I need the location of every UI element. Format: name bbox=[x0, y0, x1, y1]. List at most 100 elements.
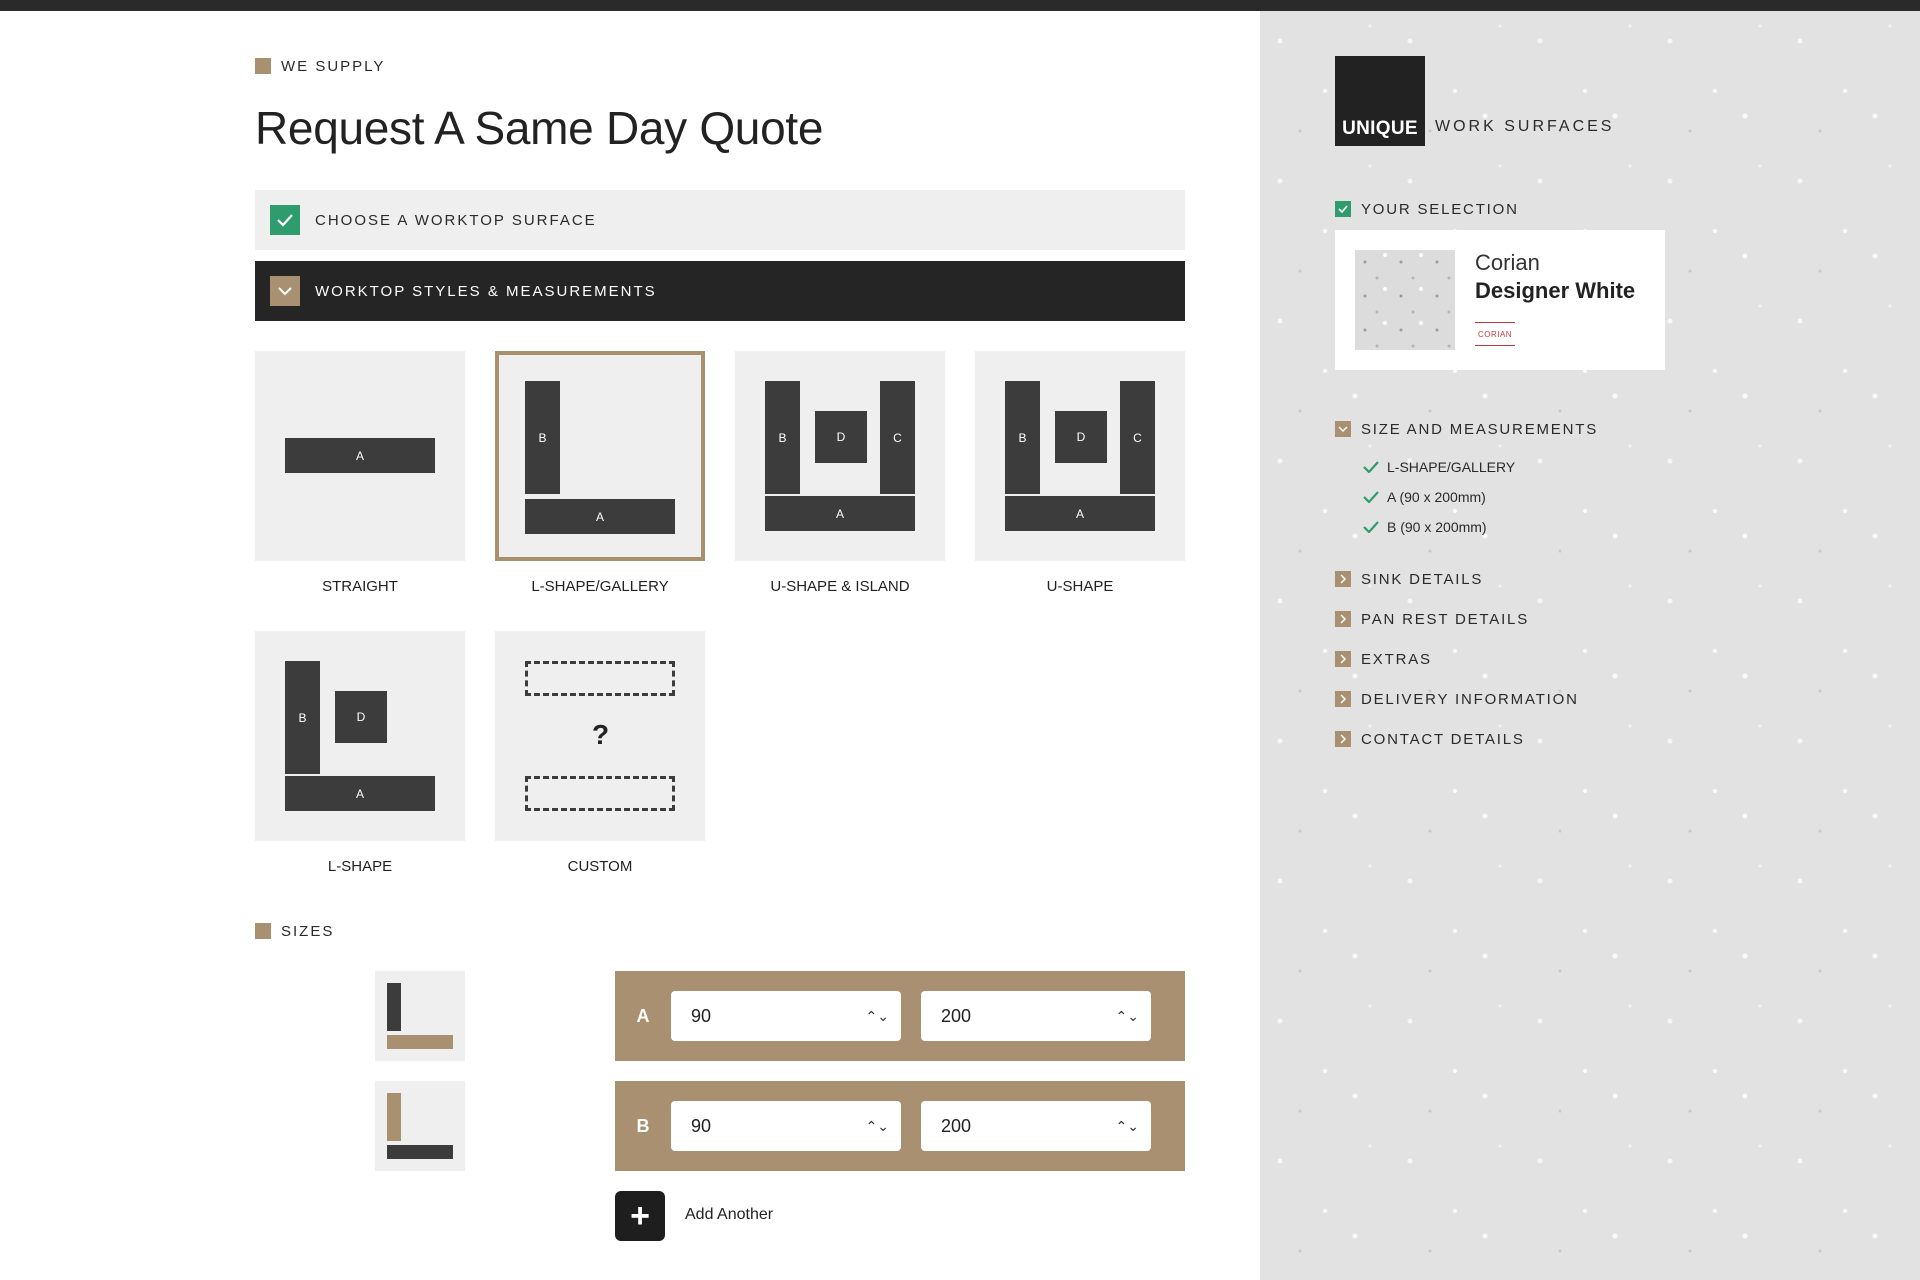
surface-swatch bbox=[1355, 250, 1455, 350]
shape-label: CUSTOM bbox=[567, 858, 633, 875]
chevron-right-icon bbox=[1335, 651, 1351, 667]
size-row-a: A 90 ⌃⌄ 200 ⌃⌄ bbox=[615, 971, 1185, 1061]
chevron-right-icon bbox=[1335, 731, 1351, 747]
section-delivery-information[interactable]: DELIVERY INFORMATION bbox=[1335, 689, 1579, 709]
summary-sidebar: UNIQUE WORK SURFACES YOUR SELECTION Cori… bbox=[1260, 11, 1920, 1280]
logo-word: UNIQUE bbox=[1342, 118, 1418, 139]
shape-straight[interactable]: A bbox=[255, 351, 465, 561]
section-pan-rest-details[interactable]: PAN REST DETAILS bbox=[1335, 609, 1529, 629]
shape-label: U-SHAPE bbox=[1046, 578, 1114, 595]
step-choose-surface[interactable]: CHOOSE A WORKTOP SURFACE bbox=[255, 190, 1185, 250]
section-text: DELIVERY INFORMATION bbox=[1361, 690, 1579, 708]
size-row-b: B 90 ⌃⌄ 200 ⌃⌄ bbox=[615, 1081, 1185, 1171]
part-b: B bbox=[525, 381, 560, 494]
spinner-icon[interactable]: ⌃⌄ bbox=[866, 1009, 889, 1023]
sizes-heading: SIZES bbox=[255, 921, 334, 941]
shape-l[interactable]: B D A bbox=[255, 631, 465, 841]
section-extras[interactable]: EXTRAS bbox=[1335, 649, 1432, 669]
dashed-outline bbox=[525, 776, 675, 811]
selection-card: Corian Designer White CORIAN bbox=[1335, 230, 1665, 370]
section-text: CONTACT DETAILS bbox=[1361, 730, 1525, 748]
section-contact-details[interactable]: CONTACT DETAILS bbox=[1335, 729, 1525, 749]
shape-l-gallery[interactable]: B A bbox=[495, 351, 705, 561]
eyebrow-text: WE SUPPLY bbox=[281, 57, 386, 75]
size-measurements-heading[interactable]: SIZE AND MEASUREMENTS bbox=[1335, 419, 1598, 439]
sizes-heading-text: SIZES bbox=[281, 922, 335, 940]
row-label: B bbox=[636, 1115, 650, 1136]
diagram-bar-highlight bbox=[387, 1035, 453, 1049]
spinner-icon[interactable]: ⌃⌄ bbox=[1116, 1119, 1139, 1133]
part-d: D bbox=[815, 411, 867, 463]
part-a: A bbox=[525, 499, 675, 534]
shape-u[interactable]: B D C A bbox=[975, 351, 1185, 561]
selection-name: Designer White bbox=[1475, 278, 1636, 303]
part-b: B bbox=[285, 661, 320, 774]
input-value: 90 bbox=[691, 1115, 712, 1136]
main-content: WE SUPPLY Request A Same Day Quote CHOOS… bbox=[255, 11, 1185, 1280]
size-diagram-a bbox=[375, 971, 465, 1061]
width-input-b[interactable]: 90 ⌃⌄ bbox=[671, 1101, 901, 1151]
check-icon bbox=[1363, 491, 1379, 503]
part-b: B bbox=[765, 381, 800, 494]
corian-logo: CORIAN bbox=[1475, 322, 1515, 346]
input-value: 200 bbox=[941, 1005, 972, 1026]
item-text: A (90 x 200mm) bbox=[1387, 489, 1486, 505]
eyebrow: WE SUPPLY bbox=[255, 56, 385, 76]
diagram-bar bbox=[387, 1145, 453, 1159]
size-summary-item: L-SHAPE/GALLERY bbox=[1363, 459, 1515, 475]
check-icon bbox=[1363, 461, 1379, 473]
heading-text: SIZE AND MEASUREMENTS bbox=[1361, 420, 1598, 438]
shape-label: STRAIGHT bbox=[322, 578, 398, 595]
diagram-bar bbox=[387, 983, 401, 1031]
shape-label: U-SHAPE & ISLAND bbox=[770, 578, 910, 595]
accent-square-icon bbox=[255, 58, 271, 74]
check-icon bbox=[1335, 201, 1351, 217]
dashed-outline bbox=[525, 661, 675, 696]
size-summary-item: B (90 x 200mm) bbox=[1363, 519, 1487, 535]
section-sink-details[interactable]: SINK DETAILS bbox=[1335, 569, 1483, 589]
section-text: SINK DETAILS bbox=[1361, 570, 1484, 588]
width-input-a[interactable]: 90 ⌃⌄ bbox=[671, 991, 901, 1041]
top-bar bbox=[0, 0, 1920, 11]
size-diagram-b bbox=[375, 1081, 465, 1171]
chevron-right-icon bbox=[1335, 691, 1351, 707]
part-a: A bbox=[1005, 496, 1155, 531]
chevron-right-icon bbox=[1335, 571, 1351, 587]
shape-label: L-SHAPE/GALLERY bbox=[531, 578, 669, 595]
page-title: Request A Same Day Quote bbox=[255, 102, 824, 154]
shape-label: L-SHAPE bbox=[327, 858, 393, 875]
part-a: A bbox=[285, 776, 435, 811]
logo-text: WORK SURFACES bbox=[1435, 118, 1615, 135]
part-c: C bbox=[1120, 381, 1155, 494]
shape-custom[interactable]: ? bbox=[495, 631, 705, 841]
chevron-down-icon bbox=[1335, 421, 1351, 437]
logo[interactable]: UNIQUE bbox=[1335, 56, 1425, 146]
part-d: D bbox=[1055, 411, 1107, 463]
row-label: A bbox=[636, 1005, 650, 1026]
step-styles-measurements[interactable]: WORKTOP STYLES & MEASUREMENTS bbox=[255, 261, 1185, 321]
part-a: A bbox=[765, 496, 915, 531]
step-label: WORKTOP STYLES & MEASUREMENTS bbox=[315, 282, 657, 300]
add-another-button[interactable]: + bbox=[615, 1191, 665, 1241]
part-b: B bbox=[1005, 381, 1040, 494]
heading-text: YOUR SELECTION bbox=[1361, 200, 1519, 218]
length-input-b[interactable]: 200 ⌃⌄ bbox=[921, 1101, 1151, 1151]
part-a: A bbox=[285, 438, 435, 473]
step-label: CHOOSE A WORKTOP SURFACE bbox=[315, 211, 597, 229]
spinner-icon[interactable]: ⌃⌄ bbox=[1116, 1009, 1139, 1023]
accent-square-icon bbox=[255, 923, 271, 939]
your-selection-heading: YOUR SELECTION bbox=[1335, 199, 1519, 219]
shape-u-island[interactable]: B D C A bbox=[735, 351, 945, 561]
item-text: L-SHAPE/GALLERY bbox=[1387, 459, 1516, 475]
question-mark: ? bbox=[592, 719, 610, 750]
part-c: C bbox=[880, 381, 915, 494]
spinner-icon[interactable]: ⌃⌄ bbox=[866, 1119, 889, 1133]
size-summary-item: A (90 x 200mm) bbox=[1363, 489, 1486, 505]
chevron-right-icon bbox=[1335, 611, 1351, 627]
check-icon bbox=[270, 205, 300, 235]
add-another-label[interactable]: Add Another bbox=[685, 1206, 773, 1224]
section-text: EXTRAS bbox=[1361, 650, 1432, 668]
input-value: 200 bbox=[941, 1115, 972, 1136]
length-input-a[interactable]: 200 ⌃⌄ bbox=[921, 991, 1151, 1041]
input-value: 90 bbox=[691, 1005, 712, 1026]
